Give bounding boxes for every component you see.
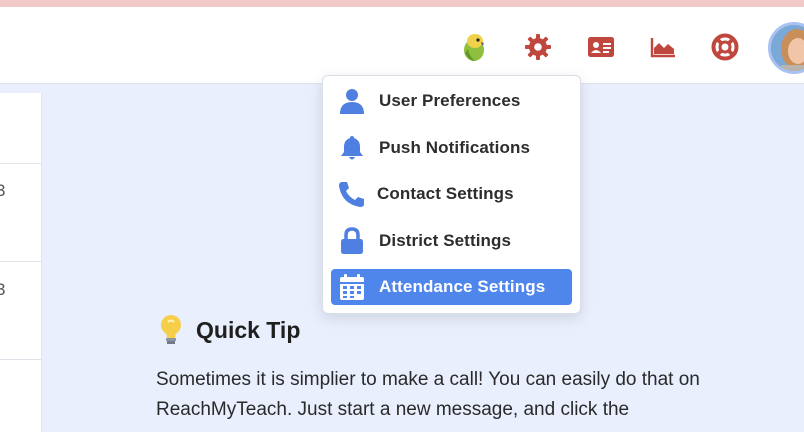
lightbulb-icon <box>156 313 186 347</box>
user-icon <box>331 83 373 119</box>
menu-item-label: Contact Settings <box>377 184 514 203</box>
lock-icon <box>331 223 373 259</box>
parrot-icon[interactable] <box>459 32 489 62</box>
tip-title: Quick Tip <box>196 316 301 343</box>
area-chart-icon[interactable] <box>648 32 678 62</box>
menu-item-label: District Settings <box>379 231 512 250</box>
gear-icon[interactable] <box>523 32 553 62</box>
menu-item-user-preferences[interactable]: User Preferences <box>331 83 572 119</box>
phone-icon <box>331 176 373 212</box>
menu-item-contact-settings[interactable]: Contact Settings <box>331 176 572 212</box>
menu-item-label: User Preferences <box>379 91 521 110</box>
avatar[interactable] <box>768 22 804 74</box>
id-card-icon[interactable] <box>586 32 616 62</box>
calendar-icon <box>331 269 373 305</box>
list-item-digit: 3 <box>0 280 6 299</box>
settings-dropdown-menu: User Preferences Push Notifications Cont… <box>322 75 581 314</box>
menu-item-label: Push Notifications <box>379 138 531 157</box>
menu-item-district-settings[interactable]: District Settings <box>331 223 572 259</box>
lifebuoy-icon[interactable] <box>710 32 740 62</box>
app-header <box>0 7 804 84</box>
menu-item-attendance-settings[interactable]: Attendance Settings <box>331 269 572 305</box>
divider <box>0 359 41 360</box>
quick-tip-section: Quick Tip Sometimes it is simplier to ma… <box>156 312 776 425</box>
divider <box>0 261 41 262</box>
bell-icon <box>331 130 373 166</box>
menu-item-push-notifications[interactable]: Push Notifications <box>331 130 572 166</box>
left-list-panel: 3 3 <box>0 93 42 432</box>
tip-body: Sometimes it is simplier to make a call!… <box>156 369 700 420</box>
menu-item-label: Attendance Settings <box>379 277 546 296</box>
list-item-digit: 3 <box>0 181 6 200</box>
top-accent-strip <box>0 0 804 7</box>
left-panel-header <box>0 93 41 164</box>
